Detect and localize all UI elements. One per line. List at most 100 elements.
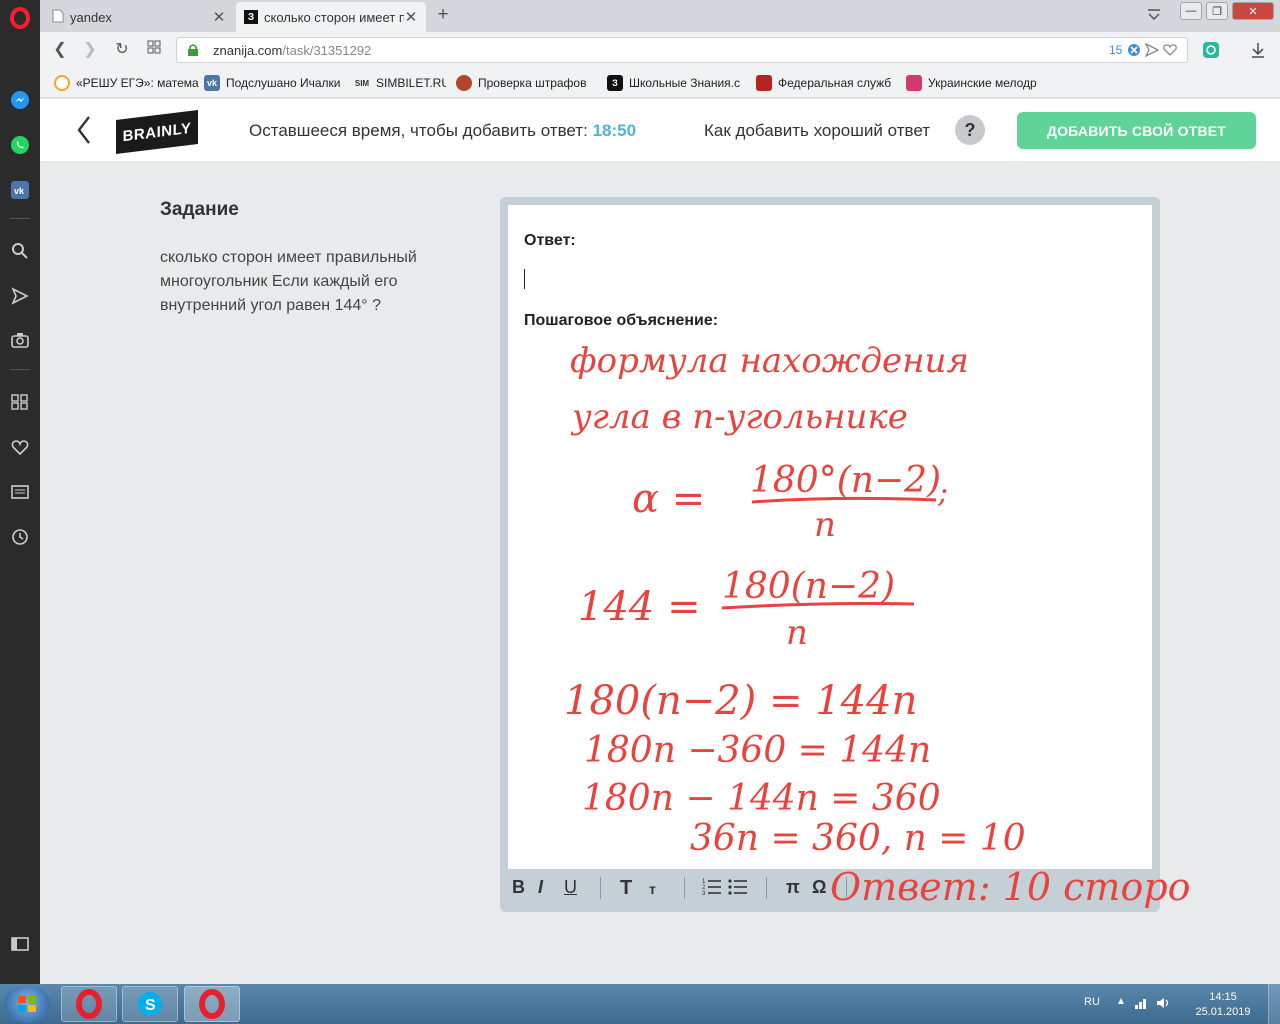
url-host: znanija.com: [213, 43, 283, 58]
url-input[interactable]: znanija.com/task/31351292 15: [176, 37, 1188, 63]
bookmark-reshu-ege[interactable]: «РЕШУ ЕГЭ»: матема: [54, 75, 200, 91]
network-icon[interactable]: [1134, 996, 1148, 1013]
bookmark-shtrafy[interactable]: Проверка штрафов: [456, 75, 588, 91]
windows-taskbar: S RU ▲ 14:15 25.01.2019: [0, 984, 1280, 1024]
send-icon[interactable]: [8, 284, 32, 308]
taskbar-opera-icon[interactable]: [61, 986, 117, 1022]
tab-yandex[interactable]: yandex ✕: [44, 2, 234, 32]
question-text: сколько сторон имеет правильный многоуго…: [160, 249, 417, 314]
explanation-label: Пошаговое объяснение:: [524, 312, 719, 329]
taskbar-skype-icon[interactable]: S: [122, 986, 178, 1022]
bookmark-heart-icon[interactable]: [1163, 43, 1177, 62]
help-button[interactable]: ?: [955, 115, 985, 145]
hw-answer: Ответ: 10 сторон: [830, 865, 1190, 909]
sidebar-toggle-icon[interactable]: [8, 932, 32, 956]
add-answer-button[interactable]: ДОБАВИТЬ СВОЙ ОТВЕТ: [1017, 112, 1256, 149]
hw-eq4: 180n − 144n = 360: [582, 778, 941, 819]
new-tab-button[interactable]: +: [432, 4, 454, 26]
speed-dial-icon[interactable]: [144, 40, 164, 60]
camera-icon[interactable]: [8, 328, 32, 352]
opera-sidebar: vk: [0, 0, 40, 984]
brainly-header: BRAINLY Оставшееся время, чтобы добавить…: [40, 99, 1280, 162]
bookmark-znanija[interactable]: З Школьные Знания.c: [607, 75, 745, 91]
bookmark-label: SIMBILET.RU: [376, 76, 446, 90]
sidebar-divider: [10, 369, 30, 370]
bookmark-label: Школьные Знания.c: [629, 76, 741, 90]
tab-menu-icon[interactable]: [1146, 6, 1162, 27]
brainly-logo[interactable]: BRAINLY: [116, 109, 198, 155]
language-indicator[interactable]: RU: [1084, 996, 1100, 1008]
close-window-button[interactable]: ✕: [1232, 2, 1274, 20]
document-icon: [52, 9, 64, 26]
adblock-icon[interactable]: [1127, 43, 1141, 62]
bookmark-label: Проверка штрафов: [478, 76, 587, 90]
clock-time: 14:15: [1209, 991, 1237, 1003]
hw-eq1-numerator: 180(n−2): [722, 566, 895, 607]
bookmarks-bar: «РЕШУ ЕГЭ»: матема vk Подслушано Ичалки …: [40, 68, 1280, 98]
znanija-icon: З: [244, 10, 258, 24]
opera-menu-icon[interactable]: [8, 6, 32, 30]
maximize-button[interactable]: ❐: [1206, 2, 1228, 20]
hw-eq1-denominator: n: [786, 613, 808, 653]
tab-title: сколько сторон имеет пр: [264, 9, 404, 25]
messenger-icon[interactable]: [8, 88, 32, 112]
bookmark-melodramy[interactable]: Украинские мелодр: [906, 75, 1046, 91]
bookmark-federal[interactable]: Федеральная служб: [756, 75, 896, 91]
vk-icon[interactable]: vk: [8, 178, 32, 202]
close-icon[interactable]: ✕: [404, 8, 418, 26]
handwritten-solution: формула нахождения угла в n-угольнике α …: [564, 341, 1190, 909]
url-path: /task/31351292: [282, 43, 372, 58]
hw-formula-semicolon: ;: [937, 475, 948, 510]
tab-title: yandex: [70, 9, 112, 25]
hw-formula-denominator: n: [814, 505, 836, 545]
how-to-link[interactable]: Как добавить хороший ответ: [704, 121, 930, 141]
text-caret: [524, 269, 525, 289]
show-desktop-button[interactable]: [1268, 984, 1280, 1024]
volume-icon[interactable]: [1156, 996, 1172, 1013]
system-tray: RU ▲ 14:15 25.01.2019: [1080, 984, 1280, 1024]
speed-dial-icon[interactable]: [8, 390, 32, 414]
history-icon[interactable]: [8, 525, 32, 549]
emblem-icon: [756, 75, 772, 91]
close-icon[interactable]: ✕: [212, 8, 226, 26]
bookmark-label: Украинские мелодр: [928, 76, 1037, 90]
bookmark-label: Федеральная служб: [778, 76, 892, 90]
badge-count: 15: [1109, 43, 1123, 57]
clock[interactable]: 14:15 25.01.2019: [1188, 990, 1258, 1020]
heart-icon[interactable]: [8, 435, 32, 459]
tab-znanija[interactable]: З сколько сторон имеет пр ✕: [236, 2, 426, 32]
bookmark-label: «РЕШУ ЕГЭ»: матема: [76, 76, 199, 90]
bookmark-podslushano[interactable]: vk Подслушано Ичалки: [204, 75, 344, 91]
start-button[interactable]: [4, 985, 50, 1023]
timer-text: Оставшееся время, чтобы добавить ответ: …: [249, 121, 636, 141]
forward-icon[interactable]: ❯: [80, 40, 100, 60]
back-icon[interactable]: ❮: [50, 40, 70, 60]
send-icon[interactable]: [1144, 42, 1160, 62]
timer-value: 18:50: [592, 121, 637, 140]
download-icon[interactable]: [1250, 41, 1266, 64]
tray-arrow-icon[interactable]: ▲: [1116, 996, 1126, 1007]
sidebar-divider: [10, 218, 30, 219]
hw-formula-lhs: α =: [632, 476, 705, 522]
reload-icon[interactable]: ↻: [112, 40, 132, 60]
sun-icon: [54, 75, 70, 91]
search-icon[interactable]: [8, 239, 32, 263]
news-icon[interactable]: [8, 480, 32, 504]
hw-eq3: 180n −360 = 144n: [584, 730, 931, 771]
hw-formula-numerator: 180°(n−2): [750, 460, 941, 501]
vpn-icon[interactable]: [1202, 41, 1220, 64]
clock-date: 25.01.2019: [1195, 1006, 1251, 1018]
url-text: znanija.com/task/31351292: [213, 43, 371, 58]
hw-eq2: 180(n−2) = 144n: [564, 678, 917, 724]
whatsapp-icon[interactable]: [8, 133, 32, 157]
minimize-button[interactable]: —: [1180, 2, 1202, 20]
hw-eq1-lhs: 144 =: [578, 584, 701, 630]
address-bar: ❮ ❯ ↻ znanija.com/task/31351292 15: [40, 32, 1280, 68]
bookmark-simbilet[interactable]: SIM SIMBILET.RU: [354, 75, 446, 91]
emblem-icon: [456, 75, 472, 91]
taskbar-opera-active-icon[interactable]: [184, 986, 240, 1022]
back-arrow-icon[interactable]: [76, 115, 92, 150]
lock-icon: [187, 43, 199, 62]
wave-icon: [906, 75, 922, 91]
timer-label: Оставшееся время, чтобы добавить ответ:: [249, 121, 588, 140]
